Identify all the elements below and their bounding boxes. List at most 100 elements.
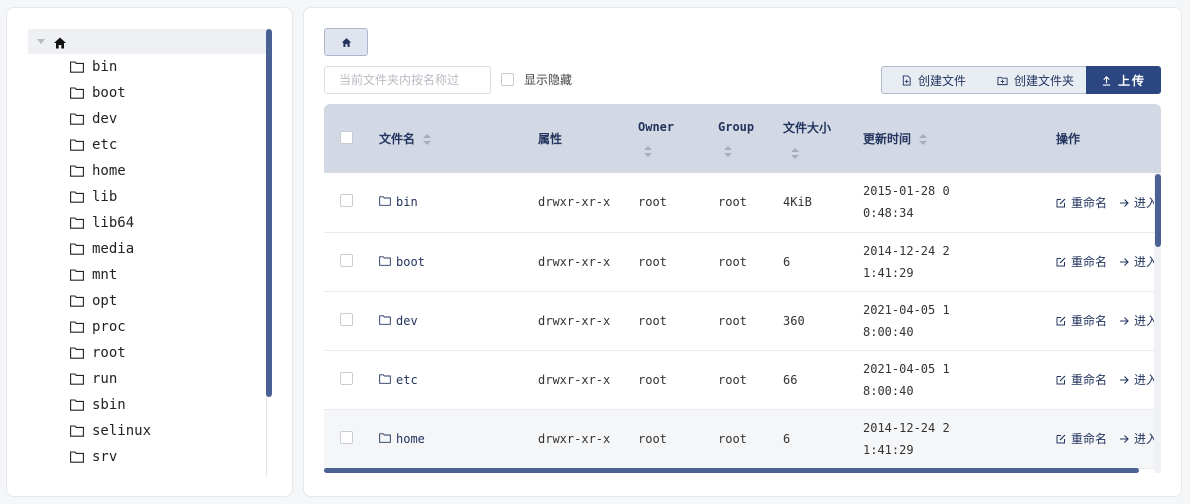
tree-item-bin[interactable]: bin bbox=[28, 54, 268, 80]
row-select-cell[interactable] bbox=[324, 291, 379, 350]
tree-item-etc[interactable]: etc bbox=[28, 132, 268, 158]
table-row[interactable]: home drwxr-xr-x root root 6 2014-12-24 2 1:41:… bbox=[324, 409, 1161, 468]
tree-item-home[interactable]: home bbox=[28, 158, 268, 184]
tree-list: bin boot dev etc home lib lib64 media mnt opt proc… bbox=[28, 54, 268, 470]
header-mtime[interactable]: 更新时间 bbox=[863, 104, 1056, 173]
filter-input[interactable] bbox=[324, 66, 491, 94]
group-cell: root bbox=[718, 372, 747, 387]
tree-item-root[interactable]: root bbox=[28, 340, 268, 366]
tree-item-dev[interactable]: dev bbox=[28, 106, 268, 132]
row-checkbox[interactable] bbox=[340, 371, 353, 385]
rename-action[interactable]: 重命名 bbox=[1056, 194, 1107, 211]
file-name[interactable]: boot bbox=[396, 255, 425, 269]
tree-item-label: proc bbox=[92, 319, 126, 335]
tree-item-sbin[interactable]: sbin bbox=[28, 392, 268, 418]
show-hidden-toggle[interactable]: 显示隐藏 bbox=[501, 71, 572, 88]
file-name[interactable]: dev bbox=[396, 314, 418, 328]
tree-item-label: media bbox=[92, 241, 135, 257]
enter-action[interactable]: 进入 bbox=[1119, 253, 1158, 270]
home-icon bbox=[53, 35, 67, 49]
create-file-button[interactable]: 创建文件 bbox=[881, 66, 986, 94]
file-name-cell[interactable]: home bbox=[379, 409, 538, 468]
rename-action[interactable]: 重命名 bbox=[1056, 371, 1107, 388]
rename-label: 重命名 bbox=[1071, 372, 1108, 387]
group-cell: root bbox=[718, 254, 747, 269]
file-name-cell[interactable]: etc bbox=[379, 350, 538, 409]
row-select-cell[interactable] bbox=[324, 350, 379, 409]
tree-item-srv[interactable]: srv bbox=[28, 444, 268, 470]
row-select-cell[interactable] bbox=[324, 232, 379, 291]
size-cell: 6 bbox=[783, 431, 791, 446]
owner-cell: root bbox=[638, 431, 667, 446]
tree-item-label: mnt bbox=[92, 267, 118, 283]
tree-root-node[interactable] bbox=[28, 29, 268, 54]
table-row[interactable]: bin drwxr-xr-x root root 4KiB 2015-01-28 0 0:4… bbox=[324, 173, 1161, 232]
file-name[interactable]: bin bbox=[396, 195, 418, 209]
tree-scrollbar-thumb[interactable] bbox=[266, 29, 272, 397]
group-cell: root bbox=[718, 313, 747, 328]
arrow-right-icon bbox=[1119, 197, 1129, 207]
header-group[interactable]: Group bbox=[718, 104, 783, 173]
file-name-cell[interactable]: boot bbox=[379, 232, 538, 291]
tree-item-proc[interactable]: proc bbox=[28, 314, 268, 340]
row-select-cell[interactable] bbox=[324, 409, 379, 468]
create-folder-button[interactable]: 创建文件夹 bbox=[985, 66, 1087, 94]
folder-icon bbox=[379, 195, 391, 207]
tree-item-opt[interactable]: opt bbox=[28, 288, 268, 314]
file-table-container: 文件名 属性 Owner Group 文件大小 更新时间 操作 bin drwxr… bbox=[324, 104, 1161, 474]
row-checkbox[interactable] bbox=[340, 253, 353, 267]
header-size[interactable]: 文件大小 bbox=[783, 104, 863, 173]
sort-icon[interactable] bbox=[791, 147, 799, 159]
folder-icon bbox=[70, 269, 84, 281]
table-horizontal-scrollbar-thumb[interactable] bbox=[324, 468, 1139, 473]
tree-item-boot[interactable]: boot bbox=[28, 80, 268, 106]
mtime-line-2: 8:00:40 bbox=[863, 383, 914, 398]
rename-action[interactable]: 重命名 bbox=[1056, 312, 1107, 329]
sort-icon[interactable] bbox=[724, 146, 732, 157]
header-select-all[interactable] bbox=[324, 104, 379, 173]
breadcrumb-home-button[interactable] bbox=[324, 28, 368, 56]
row-checkbox[interactable] bbox=[340, 312, 353, 326]
row-checkbox[interactable] bbox=[340, 194, 353, 208]
file-name-cell[interactable]: dev bbox=[379, 291, 538, 350]
folder-icon bbox=[379, 432, 391, 443]
sort-icon[interactable] bbox=[644, 146, 652, 157]
enter-action[interactable]: 进入 bbox=[1119, 430, 1158, 447]
sort-icon[interactable] bbox=[919, 134, 928, 145]
header-owner[interactable]: Owner bbox=[638, 104, 718, 173]
file-name-cell[interactable]: bin bbox=[379, 173, 538, 232]
rename-action[interactable]: 重命名 bbox=[1056, 253, 1107, 270]
folder-icon bbox=[70, 451, 84, 463]
file-name[interactable]: home bbox=[396, 432, 425, 446]
table-row[interactable]: dev drwxr-xr-x root root 360 2021-04-05 1 8:00… bbox=[324, 291, 1161, 350]
rename-action[interactable]: 重命名 bbox=[1056, 430, 1107, 447]
table-row[interactable]: etc drwxr-xr-x root root 66 2021-04-05 1 8:00:… bbox=[324, 350, 1161, 409]
tree-item-selinux[interactable]: selinux bbox=[28, 418, 268, 444]
enter-action[interactable]: 进入 bbox=[1119, 312, 1158, 329]
tree-item-mnt[interactable]: mnt bbox=[28, 262, 268, 288]
tree-item-run[interactable]: run bbox=[28, 366, 268, 392]
row-select-cell[interactable] bbox=[324, 173, 379, 232]
select-all-checkbox[interactable] bbox=[340, 130, 353, 144]
table-vertical-scrollbar-thumb[interactable] bbox=[1155, 174, 1161, 247]
tree-item-media[interactable]: media bbox=[28, 236, 268, 262]
mtime-line-1: 2014-12-24 2 bbox=[863, 420, 950, 435]
row-checkbox[interactable] bbox=[340, 430, 353, 444]
tree-item-lib[interactable]: lib bbox=[28, 184, 268, 210]
show-hidden-checkbox[interactable] bbox=[501, 73, 514, 86]
owner-cell: root bbox=[638, 254, 667, 269]
sort-icon[interactable] bbox=[423, 134, 432, 145]
folder-icon bbox=[379, 255, 391, 266]
mtime-line-1: 2021-04-05 1 bbox=[863, 302, 950, 317]
file-name[interactable]: etc bbox=[396, 373, 418, 387]
enter-action[interactable]: 进入 bbox=[1119, 371, 1158, 388]
mtime-line-2: 1:41:29 bbox=[863, 442, 914, 457]
upload-button[interactable]: 上传 bbox=[1086, 66, 1161, 94]
header-name[interactable]: 文件名 bbox=[379, 104, 538, 173]
expand-caret-icon[interactable] bbox=[37, 39, 45, 44]
size-cell: 360 bbox=[783, 313, 805, 328]
table-row[interactable]: boot drwxr-xr-x root root 6 2014-12-24 2 1:41:… bbox=[324, 232, 1161, 291]
tree-item-lib64[interactable]: lib64 bbox=[28, 210, 268, 236]
tree-item-label: bin bbox=[92, 59, 118, 75]
enter-action[interactable]: 进入 bbox=[1119, 194, 1158, 211]
